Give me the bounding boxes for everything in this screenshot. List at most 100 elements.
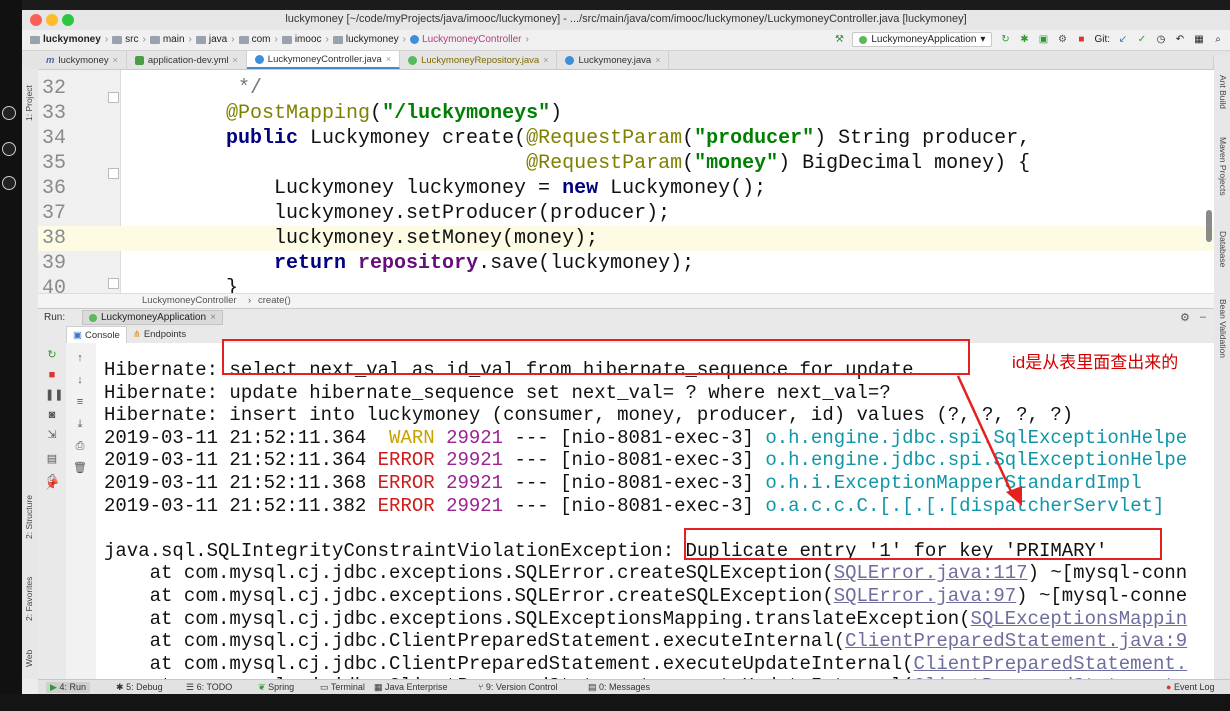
code-line: 37 luckymoney.setProducer(producer); [42, 202, 671, 225]
class-icon [410, 35, 420, 44]
todo-tool-button[interactable]: ☰ 6: TODO [186, 682, 232, 693]
breadcrumb-item[interactable]: main [149, 34, 185, 45]
project-structure-icon[interactable]: ▦ [1193, 34, 1205, 46]
breadcrumb-item[interactable]: com [238, 34, 270, 45]
arrow-down-icon[interactable]: ↓ [73, 373, 87, 387]
close-icon[interactable]: × [233, 55, 238, 65]
breadcrumb-class[interactable]: LuckymoneyController [142, 295, 237, 306]
editor-tab-bar: m luckymoney × application-dev.yml × Luckym… [22, 51, 1230, 70]
debug-icon[interactable]: ✱ [1018, 34, 1030, 46]
folder-icon [30, 35, 40, 44]
console-line: at com.mysql.cj.jdbc.ClientPreparedState… [104, 653, 1188, 676]
run-icon: ▶ [50, 682, 57, 692]
pause-icon[interactable]: ❚❚ [45, 388, 63, 402]
rerun-icon[interactable]: ↻ [999, 34, 1011, 46]
close-icon[interactable]: × [210, 312, 216, 323]
run-label: Run: [44, 312, 66, 323]
fold-icon[interactable] [108, 92, 119, 103]
code-line: 36 Luckymoney luckymoney = new Luckymone… [42, 177, 767, 200]
code-line: 39 return repository.save(luckymoney); [42, 252, 695, 275]
close-icon[interactable]: × [543, 55, 548, 65]
minimize-icon[interactable]: – [1200, 311, 1206, 324]
right-tool-strip: Ant Build Maven Projects Database Bean V… [1213, 55, 1230, 679]
gear-icon[interactable]: ⚙ [1180, 311, 1190, 324]
scroll-end-icon[interactable]: ⤓ [73, 417, 87, 431]
close-icon[interactable]: × [386, 54, 391, 64]
close-icon[interactable]: × [655, 55, 660, 65]
stop-icon[interactable]: ■ [45, 368, 59, 382]
vcs-update-icon[interactable]: ↙ [1117, 34, 1129, 46]
pin-icon[interactable]: 📌 [45, 478, 59, 492]
class-icon [254, 54, 264, 64]
build-hammer-icon[interactable]: ⚒ [833, 34, 845, 46]
run-configuration-select[interactable]: LuckymoneyApplication ▾ [852, 32, 993, 47]
debug-tool-button[interactable]: ✱ 5: Debug [116, 682, 163, 693]
console-tab[interactable]: ▣ Console [66, 326, 127, 343]
annotation-note: id是从表里面查出来的 [1012, 353, 1179, 372]
messages-tool-button[interactable]: ▤ 0: Messages [588, 682, 650, 693]
breadcrumb-item[interactable]: LuckymoneyController [410, 34, 522, 45]
spring-tool-button[interactable]: ❦ Spring [258, 682, 294, 693]
editor-scrollbar[interactable] [1206, 210, 1212, 242]
breadcrumb-method[interactable]: create() [258, 295, 291, 306]
breadcrumb-item[interactable]: luckymoney [30, 34, 101, 45]
folder-icon [195, 35, 206, 44]
layout-icon[interactable]: ▤ [45, 452, 59, 466]
search-icon[interactable]: ⌕ [1212, 34, 1224, 46]
breadcrumb-item[interactable]: luckymoney [332, 34, 399, 45]
database-tool-button[interactable]: Database [1218, 231, 1228, 267]
code-line-current: 38 luckymoney.setMoney(money); [38, 226, 1214, 251]
desktop-bottom-strip [0, 694, 1230, 711]
breadcrumb-item[interactable]: java [195, 34, 227, 45]
java-enterprise-tool-button[interactable]: ▦ Java Enterprise [374, 682, 448, 693]
project-tool-button[interactable]: 1: Project [24, 85, 34, 121]
console-icon: ▣ [73, 329, 82, 341]
ant-build-tool-button[interactable]: Ant Build [1218, 75, 1228, 109]
coverage-icon[interactable]: ▣ [1037, 34, 1049, 46]
spring-boot-icon [89, 313, 97, 322]
version-control-tool-button[interactable]: ⑂ 9: Version Control [478, 682, 557, 692]
web-tool-button[interactable]: Web [24, 650, 34, 667]
soft-wrap-icon[interactable]: ≡ [73, 395, 87, 409]
close-icon[interactable]: × [113, 55, 118, 65]
console-stack-text: at com.mysql.cj.jdbc.exceptions.SQLError… [104, 585, 1188, 607]
trash-icon[interactable]: 🗑 [73, 461, 87, 475]
vcs-revert-icon[interactable]: ↶ [1174, 34, 1186, 46]
rerun-icon[interactable]: ↻ [45, 348, 59, 362]
editor-tab[interactable]: application-dev.yml × [127, 51, 247, 69]
endpoints-tab[interactable]: ⋔ Endpoints [127, 326, 192, 343]
terminal-tool-button[interactable]: ▭ Terminal [320, 682, 365, 693]
run-app-tab[interactable]: LuckymoneyApplication × [82, 310, 223, 325]
bean-validation-tool-button[interactable]: Bean Validation [1218, 299, 1228, 358]
console-stack-text: at com.mysql.cj.jdbc.exceptions.SQLExcep… [104, 607, 1188, 630]
editor-tab[interactable]: Luckymoney.java × [557, 51, 670, 69]
editor-tab[interactable]: LuckymoneyRepository.java × [400, 51, 558, 69]
vcs-commit-icon[interactable]: ✓ [1136, 34, 1148, 46]
console-line: at com.mysql.cj.jdbc.ClientPreparedState… [104, 630, 1188, 653]
maven-tool-button[interactable]: Maven Projects [1218, 137, 1228, 196]
vcs-history-icon[interactable]: ◷ [1155, 34, 1167, 46]
exit-icon[interactable]: ⇲ [45, 428, 59, 442]
favorites-tool-button[interactable]: 2: Favorites [24, 577, 34, 621]
editor-tab[interactable]: m luckymoney × [38, 51, 127, 69]
camera-icon[interactable]: ◙ [45, 408, 59, 422]
desktop-left-strip [0, 0, 22, 711]
run-tool-button[interactable]: ▶ 4: Run [46, 682, 90, 693]
arrow-up-icon[interactable]: ↑ [73, 351, 87, 365]
console-output[interactable]: Hibernate: select next_val as id_val fro… [96, 343, 1214, 679]
structure-tool-button[interactable]: 2: Structure [24, 495, 34, 539]
breadcrumb-item[interactable]: imooc [281, 34, 322, 45]
m-icon: m [46, 54, 55, 66]
fold-icon[interactable] [108, 168, 119, 179]
event-log-tool-button[interactable]: ● Event Log [1166, 682, 1214, 692]
title-bar: luckymoney [~/code/myProjects/java/imooc… [22, 10, 1230, 31]
editor-tab-active[interactable]: LuckymoneyController.java × [246, 51, 401, 69]
stop-icon[interactable]: ■ [1075, 34, 1087, 46]
code-editor[interactable]: 32 */ 33 @PostMapping("/luckymoneys") 34… [38, 70, 1214, 293]
profile-icon[interactable]: ⚙ [1056, 34, 1068, 46]
print-icon[interactable]: ⎙ [73, 439, 87, 453]
breadcrumb-item[interactable]: src [112, 34, 139, 45]
folder-icon [149, 35, 160, 44]
fold-icon[interactable] [108, 278, 119, 289]
run-toolbar-primary: ↻ ■ ❚❚ ◙ ⇲ ▤ ⎙ 📌 [38, 326, 66, 679]
